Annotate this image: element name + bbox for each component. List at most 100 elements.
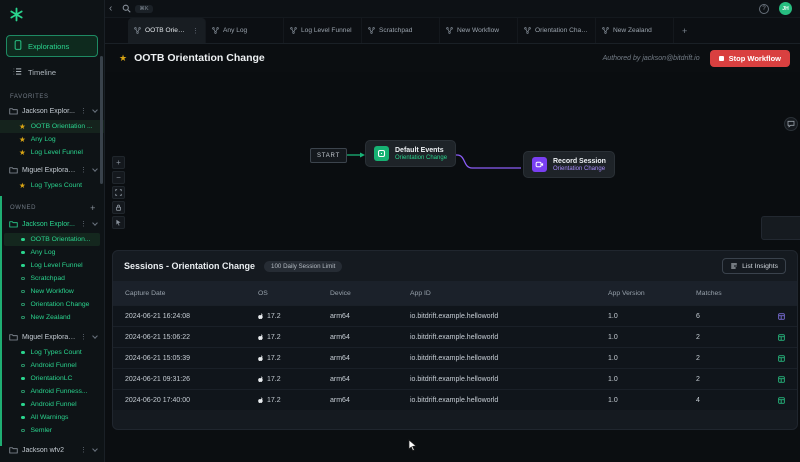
favorite-star-icon[interactable]: ★ [119,53,127,64]
owned-item[interactable]: Log Level Funnel [0,259,104,272]
app-version: 1.0 [608,397,696,404]
owned-folder-miguel[interactable]: Miguel Explorati... ⋮ [0,328,104,346]
events-icon [374,146,389,161]
owned-item[interactable]: Orientation Change [0,298,104,311]
owned-item[interactable]: Android Funnel [0,359,104,372]
owned-item[interactable]: OOTB Orientation... [4,233,100,246]
favorites-folder-jackson[interactable]: Jackson Explor... ⋮ [0,102,104,120]
table-row[interactable]: 2024-06-21 16:24:08 17.2 arm64 io.bitdri… [113,305,797,326]
owned-item[interactable]: Log Types Count [0,346,104,359]
favorites-folder-miguel[interactable]: Miguel Explorati... ⋮ [0,161,104,179]
interactive-mode-button[interactable] [112,216,125,229]
folder-menu-icon[interactable]: ⋮ [80,166,87,174]
tab-any-log[interactable]: Any Log [206,18,284,43]
chevron-down-icon[interactable] [92,446,98,452]
favorite-item[interactable]: ★Any Log [0,133,104,146]
start-node[interactable]: START [310,148,347,163]
fit-view-button[interactable] [112,186,125,199]
collapse-sidebar-icon[interactable]: ‹ [109,4,112,14]
folder-menu-icon[interactable]: ⋮ [80,333,87,341]
default-events-node[interactable]: Default Events Orientation Change [365,140,456,167]
chevron-down-icon[interactable] [92,107,98,113]
help-icon[interactable]: ? [759,4,769,14]
session-detail-icon[interactable] [778,313,785,320]
session-detail-icon[interactable] [778,376,785,383]
capture-date: 2024-06-20 17:40:00 [125,397,258,404]
owned-item[interactable]: Semler [0,424,104,437]
node-title: Record Session [553,158,606,165]
owned-item[interactable]: OrientationLC [0,372,104,385]
workflow-dot-icon [21,238,25,242]
table-row[interactable]: 2024-06-21 15:06:22 17.2 arm64 io.bitdri… [113,326,797,347]
add-owned-icon[interactable]: + [90,203,96,213]
phone-icon [14,40,22,52]
owned-item[interactable]: Android Funnel [0,398,104,411]
session-detail-icon[interactable] [778,355,785,362]
avatar[interactable]: JH [779,2,792,15]
table-row[interactable]: 2024-06-21 09:31:26 17.2 arm64 io.bitdri… [113,368,797,389]
device: arm64 [330,397,410,404]
tab-menu-icon[interactable]: ⋮ [192,27,199,35]
favorite-item[interactable]: ★Log Level Funnel [0,146,104,159]
owned-item[interactable]: Android Funness... [0,385,104,398]
table-row[interactable]: 2024-06-20 17:40:00 17.2 arm64 io.bitdri… [113,389,797,410]
owned-item[interactable]: New Zealand [0,311,104,324]
app-id: io.bitdrift.example.helloworld [410,376,608,383]
sidebar-item-explorations[interactable]: Explorations [6,35,98,57]
workflow-canvas[interactable]: + − START Default Events Orientation Cha… [105,72,800,250]
tab-new-workflow[interactable]: New Workflow [440,18,518,43]
tab-new-zealand[interactable]: New Zealand [596,18,674,43]
workflow-dot-icon [21,277,25,281]
owned-item[interactable]: All Warnings [0,411,104,424]
tab-scratchpad[interactable]: Scratchpad [362,18,440,43]
app-window: Explorations Timeline FAVORITES Jackson … [0,0,800,462]
folder-menu-icon[interactable]: ⋮ [80,446,87,454]
tab-orientation-change[interactable]: Orientation Change [518,18,596,43]
folder-menu-icon[interactable]: ⋮ [80,220,87,228]
record-session-icon [532,157,547,172]
tab-ootb-orientation[interactable]: OOTB Orientation... ⋮ [128,18,206,43]
owned-folder-jackson-wfv2[interactable]: Jackson wfv2 ⋮ [0,441,104,459]
owned-item[interactable]: Any Log [0,246,104,259]
sessions-panel: Sessions - Orientation Change 100 Daily … [112,250,798,430]
timeline-icon [13,67,22,78]
sidebar-item-timeline[interactable]: Timeline [6,61,98,83]
folder-menu-icon[interactable]: ⋮ [80,107,87,115]
search-button[interactable]: ⌘K [122,4,152,13]
chevron-down-icon[interactable] [92,166,98,172]
lock-button[interactable] [112,201,125,214]
app-id: io.bitdrift.example.helloworld [410,355,608,362]
tab-log-level-funnel[interactable]: Log Level Funnel [284,18,362,43]
app-version: 1.0 [608,334,696,341]
apple-icon [258,397,264,404]
matches: 4 [696,397,758,404]
session-detail-icon[interactable] [778,397,785,404]
app-id: io.bitdrift.example.helloworld [410,313,608,320]
apple-icon [258,334,264,341]
canvas-minimap[interactable] [761,216,800,240]
star-icon: ★ [19,149,26,157]
owned-item[interactable]: Scratchpad [0,272,104,285]
favorite-item[interactable]: ★OOTB Orientation ... [0,120,104,133]
sidebar-scrollbar[interactable] [100,56,103,184]
add-tab-button[interactable]: + [674,18,695,43]
chevron-down-icon[interactable] [92,333,98,339]
owned-item[interactable]: New Workflow [0,285,104,298]
session-detail-icon[interactable] [778,334,785,341]
authored-by-text: Authored by jackson@bitdrift.io [603,55,700,62]
favorite-item[interactable]: ★Log Types Count [0,179,104,192]
brand-logo-icon[interactable] [0,0,104,31]
chevron-down-icon[interactable] [92,220,98,226]
zoom-in-button[interactable]: + [112,156,125,169]
owned-folder-jackson[interactable]: Jackson Explor... ⋮ [0,215,104,233]
list-insights-button[interactable]: List Insights [722,258,786,274]
stop-workflow-button[interactable]: Stop Workflow [710,50,790,67]
table-row[interactable]: 2024-06-21 15:05:39 17.2 arm64 io.bitdri… [113,347,797,368]
record-session-node[interactable]: Record Session Orientation Change [523,151,615,178]
workflow-dot-icon [21,403,25,407]
star-icon: ★ [19,136,26,144]
device: arm64 [330,355,410,362]
zoom-out-button[interactable]: − [112,171,125,184]
feedback-chat-icon[interactable] [784,117,798,131]
workflow-header: ★ OOTB Orientation Change Authored by ja… [105,44,800,72]
